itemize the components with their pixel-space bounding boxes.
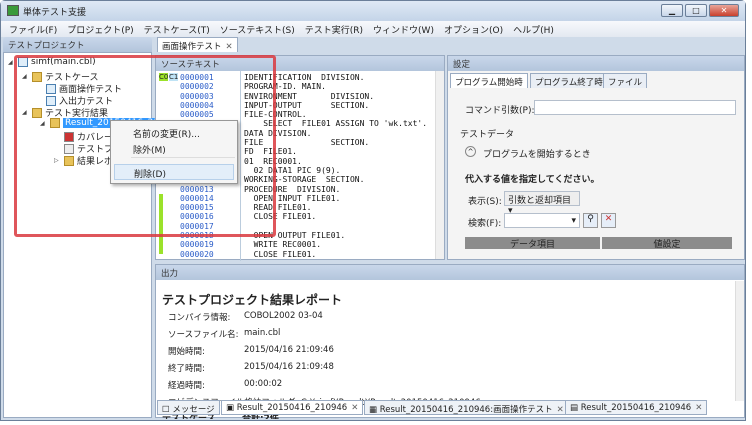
clear-search-icon[interactable]: ✕ — [601, 213, 616, 228]
report-value: 2015/04/16 21:09:46 — [244, 345, 334, 355]
source-scrollbar[interactable] — [435, 71, 444, 259]
search-label: 検索(F): — [468, 219, 502, 229]
menu-source[interactable]: ソーステキスト(S) — [220, 23, 295, 36]
close-tab-icon[interactable]: ✕ — [351, 403, 358, 413]
minimize-button[interactable]: ▁ — [661, 4, 683, 17]
search-icon[interactable]: ⚲ — [583, 213, 598, 228]
line-number: 0000020 — [180, 249, 214, 259]
menu-run[interactable]: テスト実行(R) — [305, 23, 363, 36]
menu-options[interactable]: オプション(O) — [444, 23, 503, 36]
report-label: ソースファイル名: — [168, 330, 239, 340]
app-icon — [7, 5, 19, 16]
report-label: コンパイラ情報: — [168, 313, 231, 323]
close-tab-icon[interactable]: ✕ — [557, 405, 564, 415]
column-value-setting[interactable]: 値設定 — [602, 237, 732, 250]
menu-help[interactable]: ヘルプ(H) — [513, 23, 554, 36]
column-data-item[interactable]: データ項目 — [465, 237, 600, 250]
report-label: 終了時間: — [168, 364, 205, 374]
search-combo[interactable]: ▾ — [504, 213, 580, 228]
title-bar: 単体テスト支援 ▁ □ ✕ — [1, 1, 745, 21]
report-value: COBOL2002 03-04 — [244, 311, 323, 321]
settings-panel: 設定 プログラム開始時 プログラム終了時 ファイル コマンド引数(P): テスト… — [447, 55, 745, 260]
close-button[interactable]: ✕ — [709, 4, 739, 17]
command-args-label: コマンド引数(P): — [465, 106, 535, 116]
tab-result-coverage[interactable]: ▤ Result_20150416_210946 ✕ — [565, 400, 708, 415]
menu-project[interactable]: プロジェクト(P) — [67, 23, 133, 36]
menu-item-delete[interactable]: 削除(D) — [114, 164, 234, 180]
menu-testcase[interactable]: テストケース(T) — [144, 23, 210, 36]
tab-program-start[interactable]: プログラム開始時 — [450, 73, 528, 88]
tab-program-end[interactable]: プログラム終了時 — [530, 73, 608, 88]
report-value: 2015/04/16 21:09:48 — [244, 362, 334, 372]
expander-label[interactable]: プログラムを開始するとき — [483, 147, 591, 160]
window-title: 単体テスト支援 — [23, 8, 87, 18]
line-number: 0000019 — [180, 240, 214, 250]
output-panel: 出力 テストプロジェクト結果レポート コンパイラ情報: COBOL2002 03-… — [155, 264, 745, 419]
instruction-text: 代入する値を指定してください。 — [465, 175, 600, 185]
maximize-button[interactable]: □ — [685, 4, 707, 17]
report-value: 00:00:02 — [244, 379, 283, 389]
close-tab-icon[interactable]: ✕ — [226, 42, 233, 52]
test-data-label: テストデータ — [460, 130, 515, 140]
tab-file[interactable]: ファイル — [603, 73, 648, 88]
report-label: 経過時間: — [168, 381, 205, 391]
report-title: テストプロジェクト結果レポート — [162, 293, 343, 307]
menu-item-rename[interactable]: 名前の変更(R)... — [133, 127, 200, 140]
collapse-icon[interactable]: ^ — [465, 146, 476, 157]
report-value: main.cbl — [244, 328, 281, 338]
settings-title: 設定 — [448, 56, 744, 71]
menu-file[interactable]: ファイル(F) — [9, 23, 57, 36]
display-label: 表示(S): — [468, 197, 502, 207]
left-panel-title: テストプロジェクト — [3, 37, 152, 52]
tab-messages[interactable]: ☐ メッセージ — [157, 400, 220, 415]
report-label: 開始時間: — [168, 347, 205, 357]
context-menu: 名前の変更(R)... 除外(M) 削除(D) — [110, 120, 238, 184]
output-title: 出力 — [156, 265, 744, 280]
menu-bar: ファイル(F) プロジェクト(P) テストケース(T) ソーステキスト(S) テ… — [1, 21, 745, 37]
command-args-input[interactable] — [534, 100, 736, 115]
output-scrollbar[interactable] — [735, 281, 744, 401]
tab-screen-test[interactable]: 画面操作テスト ✕ — [157, 37, 238, 52]
tab-result-report[interactable]: ▣ Result_20150416_210946 ✕ — [221, 400, 364, 415]
menu-separator — [131, 157, 235, 158]
tab-result-screen-test[interactable]: ▦ Result_20150416_210946:画面操作テスト ✕ — [364, 400, 569, 415]
close-tab-icon[interactable]: ✕ — [695, 403, 702, 413]
menu-item-exclude[interactable]: 除外(M) — [133, 143, 166, 156]
display-select[interactable]: 引数と返却項目 ▾ — [504, 191, 580, 216]
menu-window[interactable]: ウィンドウ(W) — [373, 23, 434, 36]
